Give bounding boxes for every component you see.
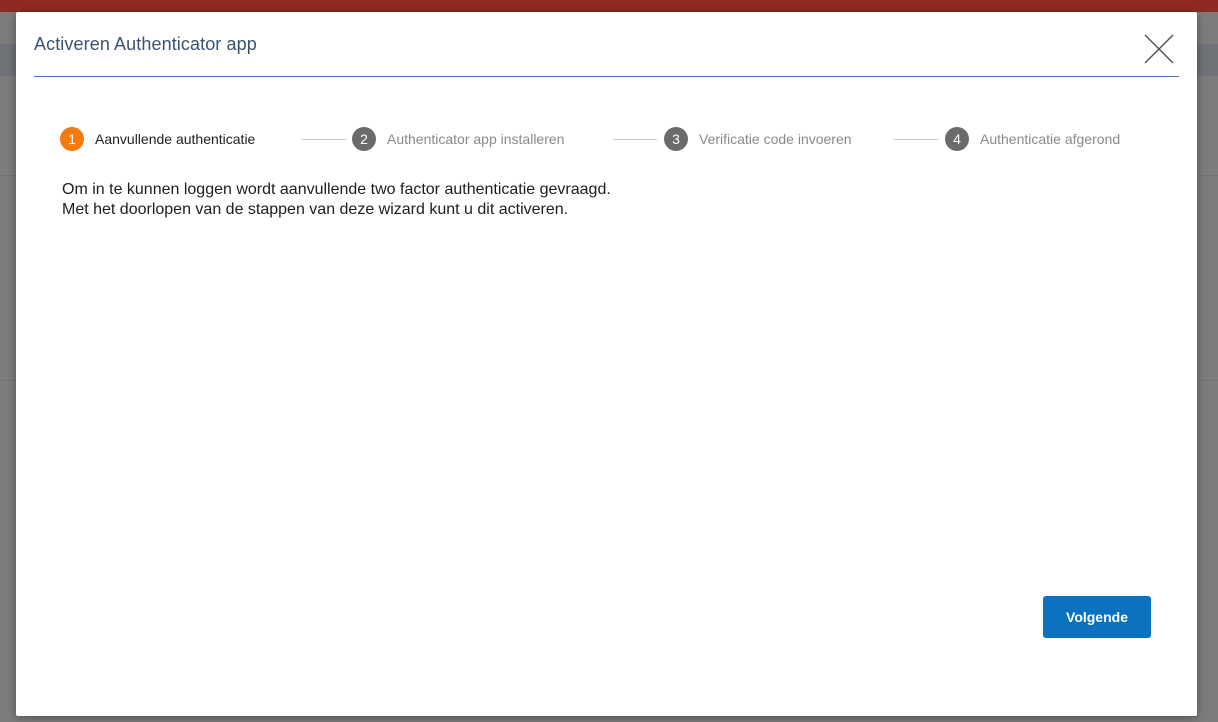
step-3[interactable]: 3 Verificatie code invoeren: [664, 126, 852, 152]
close-icon: [1142, 32, 1176, 66]
step-2[interactable]: 2 Authenticator app installeren: [352, 126, 564, 152]
step-connector: [302, 139, 346, 140]
dialog-title: Activeren Authenticator app: [34, 34, 257, 54]
intro-line: Met het doorlopen van de stappen van dez…: [62, 201, 569, 218]
title-divider: [34, 76, 1179, 77]
background-app-header: [0, 0, 1218, 12]
authenticator-dialog: Activeren Authenticator app 1 Aanvullend…: [16, 12, 1197, 716]
step-label: Verificatie code invoeren: [699, 131, 852, 147]
step-connector: [613, 139, 657, 140]
step-4[interactable]: 4 Authenticatie afgerond: [945, 126, 1120, 152]
step-number-badge: 3: [664, 127, 688, 151]
step-number-badge: 1: [60, 127, 84, 151]
step-label: Aanvullende authenticatie: [95, 131, 256, 147]
intro-line: Om in te kunnen loggen wordt aanvullende…: [62, 181, 611, 198]
step-connector: [894, 139, 938, 140]
close-button[interactable]: [1142, 32, 1176, 66]
step-number-badge: 4: [945, 127, 969, 151]
next-button[interactable]: Volgende: [1043, 596, 1151, 638]
step-label: Authenticator app installeren: [387, 131, 565, 147]
step-number-badge: 2: [352, 127, 376, 151]
step-label: Authenticatie afgerond: [980, 131, 1121, 147]
wizard-stepper: 1 Aanvullende authenticatie 2 Authentica…: [60, 126, 1170, 152]
step-1[interactable]: 1 Aanvullende authenticatie: [60, 126, 255, 152]
intro-text: Om in te kunnen loggen wordt aanvullende…: [62, 180, 611, 220]
